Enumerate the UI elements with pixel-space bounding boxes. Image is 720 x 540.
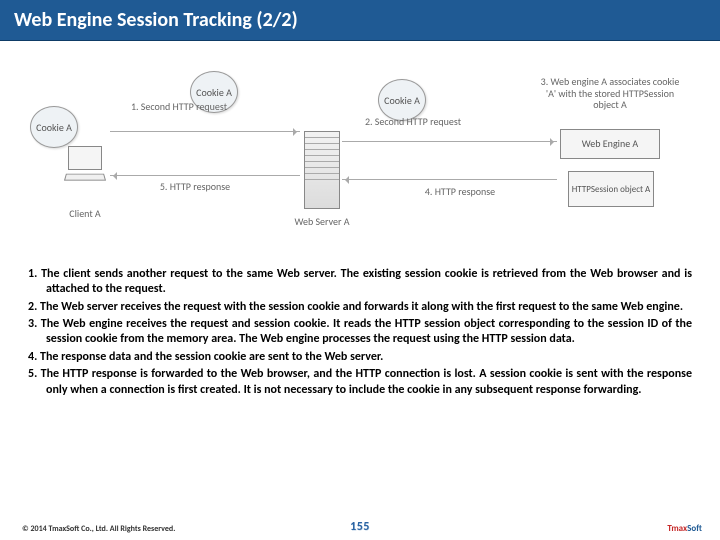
copyright-text: © 2014 TmaxSoft Co., Ltd. All Rights Res… bbox=[22, 524, 175, 534]
web-server-label: Web Server A bbox=[282, 215, 362, 228]
diagram-step-5-label: 5. HTTP response bbox=[135, 181, 255, 193]
logo-part-a: Tmax bbox=[667, 523, 687, 534]
client-label: Client A bbox=[60, 207, 110, 220]
web-server-icon bbox=[304, 131, 340, 209]
cookie-a-bubble-client: Cookie A bbox=[30, 106, 78, 148]
step-3: 3. The Web engine receives the request a… bbox=[28, 317, 692, 348]
arrow-server-to-engine bbox=[342, 141, 557, 142]
web-engine-box: Web Engine A bbox=[560, 129, 660, 159]
diagram-step-3-label: 3. Web engine A associates cookie 'A' wi… bbox=[540, 76, 680, 111]
logo-part-b: Soft bbox=[687, 523, 702, 534]
diagram-step-4-label: 4. HTTP response bbox=[400, 186, 520, 198]
page-number: 155 bbox=[350, 520, 370, 534]
diagram-step-2-label: 2. Second HTTP request bbox=[348, 116, 478, 128]
step-4: 4. The response data and the session coo… bbox=[28, 350, 692, 365]
step-2: 2. The Web server receives the request w… bbox=[28, 300, 692, 315]
tmaxsoft-logo: TmaxSoft bbox=[667, 523, 702, 534]
page-title: Web Engine Session Tracking (2/2) bbox=[0, 0, 720, 41]
diagram-step-1-label: 1. Second HTTP request bbox=[114, 101, 244, 113]
arrow-server-to-client bbox=[110, 175, 300, 176]
step-5: 5. The HTTP response is forwarded to the… bbox=[28, 367, 692, 398]
step-1: 1. The client sends another request to t… bbox=[28, 267, 692, 298]
steps-text: 1. The client sends another request to t… bbox=[28, 267, 692, 398]
arrow-client-to-server bbox=[110, 131, 300, 132]
http-session-box: HTTPSession object A bbox=[568, 171, 654, 207]
client-icon bbox=[60, 146, 110, 201]
arrow-engine-to-server bbox=[342, 179, 557, 180]
session-diagram: Cookie A Cookie A Cookie A 1. Second HTT… bbox=[20, 51, 700, 261]
